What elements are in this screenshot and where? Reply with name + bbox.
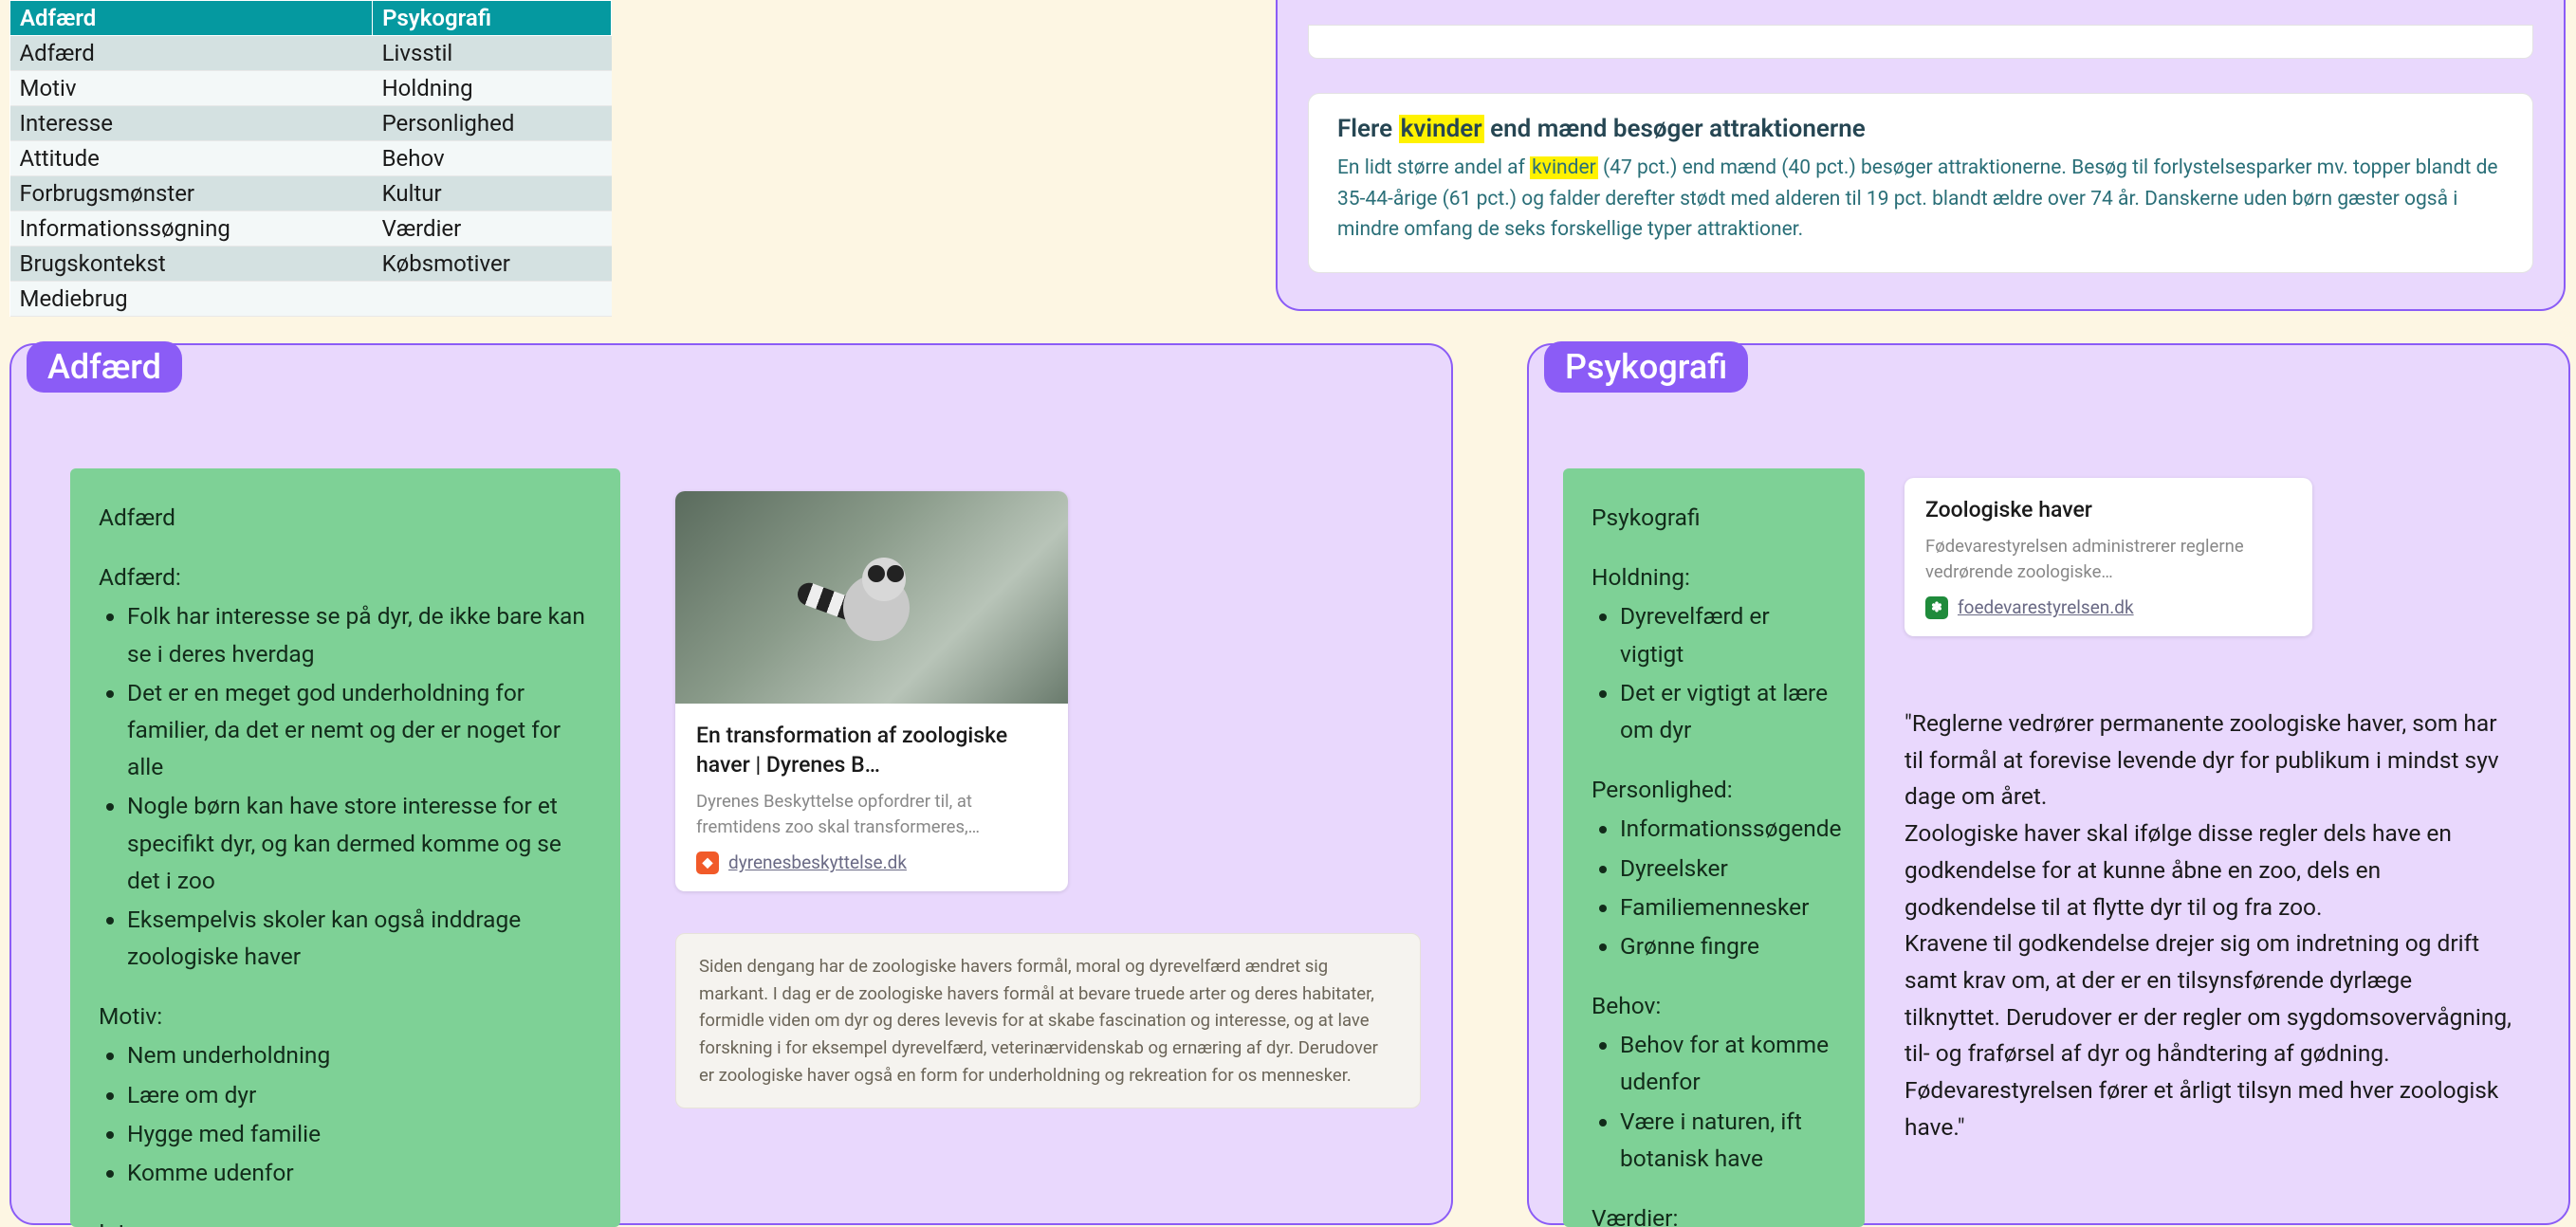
table-cell: Kultur	[373, 176, 612, 211]
table-cell: Livsstil	[373, 36, 612, 71]
list-item: Nem underholdning	[127, 1036, 592, 1073]
sticky-title: Psykografi	[1592, 499, 1836, 536]
table-row: MotivHoldning	[10, 71, 612, 106]
list-item: Familiemennesker	[1620, 888, 1836, 925]
table-cell: Informationssøgning	[10, 211, 373, 247]
table-cell: Interesse	[10, 106, 373, 141]
list-item: Eksempelvis skoler kan også inddrage zoo…	[127, 901, 592, 975]
table-row: InformationssøgningVærdier	[10, 211, 612, 247]
sticky-section-heading: Motiv:	[99, 998, 592, 1035]
sticky-section-heading: Behov:	[1592, 987, 1836, 1024]
frame-adfaerd[interactable]: Adfærd Adfærd Adfærd:Folk har interesse …	[9, 343, 1453, 1225]
sticky-list: Dyrevelfærd er vigtigtDet er vigtigt at …	[1592, 597, 1836, 748]
sticky-list: Nem underholdningLære om dyrHygge med fa…	[99, 1036, 592, 1191]
frame-psykografi[interactable]: Psykografi Psykografi Holdning:Dyrevelfæ…	[1527, 343, 2570, 1225]
info-card-body: En lidt større andel af kvinder (47 pct.…	[1337, 153, 2504, 246]
link-card-foedevare[interactable]: Zoologiske haver Fødevarestyrelsen admin…	[1904, 478, 2312, 636]
info-panel: Flere kvinder end mænd besøger attraktio…	[1276, 0, 2566, 311]
favicon-icon: ◆	[696, 852, 719, 874]
sticky-section-heading: Holdning:	[1592, 559, 1836, 595]
favicon-icon: ✽	[1925, 596, 1948, 619]
table-cell: Motiv	[10, 71, 373, 106]
link-card-title: En transformation af zoologiske haver | …	[696, 721, 1047, 779]
table-cell: Mediebrug	[10, 282, 373, 317]
table-cell: Købsmotiver	[373, 247, 612, 282]
table-cell	[373, 282, 612, 317]
table-cell: Adfærd	[10, 36, 373, 71]
table-cell: Forbrugsmønster	[10, 176, 373, 211]
info-card-title: Flere kvinder end mænd besøger attraktio…	[1337, 115, 2504, 143]
list-item: Være i naturen, ift botanisk have	[1620, 1103, 1836, 1177]
table-cell: Personlighed	[373, 106, 612, 141]
list-item: Dyreelsker	[1620, 850, 1836, 887]
sticky-title: Adfærd	[99, 499, 592, 536]
table-row: ForbrugsmønsterKultur	[10, 176, 612, 211]
quote-block[interactable]: Siden dengang har de zoologiske havers f…	[675, 933, 1421, 1108]
list-item: Nogle børn kan have store interesse for …	[127, 787, 592, 899]
list-item: Lære om dyr	[127, 1076, 592, 1113]
link-card-desc: Dyrenes Beskyttelse opfordrer til, at fr…	[696, 789, 1047, 840]
info-card[interactable]: Flere kvinder end mænd besøger attraktio…	[1308, 93, 2533, 273]
table-row: AdfærdLivsstil	[10, 36, 612, 71]
list-item: Informationssøgende	[1620, 810, 1836, 847]
sticky-section-heading: Værdier:	[1592, 1200, 1836, 1227]
link-card-url[interactable]: dyrenesbeskyttelse.dk	[728, 852, 907, 873]
sticky-section-heading: Adfærd:	[99, 559, 592, 595]
list-item: Komme udenfor	[127, 1154, 592, 1191]
table-cell: Brugskontekst	[10, 247, 373, 282]
table-row: Mediebrug	[10, 282, 612, 317]
list-item: Grønne fingre	[1620, 927, 1836, 964]
table-cell: Holdning	[373, 71, 612, 106]
table-row: BrugskontekstKøbsmotiver	[10, 247, 612, 282]
highlight: kvinder	[1530, 156, 1598, 179]
card-spacer	[1308, 25, 2533, 59]
link-card-title: Zoologiske haver	[1925, 495, 2291, 524]
link-card-desc: Fødevarestyrelsen administrerer reglerne…	[1925, 534, 2291, 585]
sticky-note-psykografi[interactable]: Psykografi Holdning:Dyrevelfærd er vigti…	[1563, 468, 1865, 1227]
sticky-list: Folk har interesse se på dyr, de ikke ba…	[99, 597, 592, 975]
link-card-url[interactable]: foedevarestyrelsen.dk	[1958, 596, 2134, 618]
list-item: Det er en meget god underholdning for fa…	[127, 674, 592, 786]
list-item: Det er vigtigt at lære om dyr	[1620, 674, 1836, 748]
sticky-list: InformationssøgendeDyreelskerFamiliemenn…	[1592, 810, 1836, 964]
table-row: AttitudeBehov	[10, 141, 612, 176]
list-item: Behov for at komme udenfor	[1620, 1026, 1836, 1100]
link-card-thumbnail	[675, 491, 1068, 704]
table-cell: Attitude	[10, 141, 373, 176]
sticky-section-heading: Personlighed:	[1592, 771, 1836, 808]
table-cell: Værdier	[373, 211, 612, 247]
frame-label[interactable]: Psykografi	[1544, 341, 1748, 393]
list-item: Folk har interesse se på dyr, de ikke ba…	[127, 597, 592, 671]
sticky-list: Behov for at komme udenforVære i naturen…	[1592, 1026, 1836, 1177]
table-header: Adfærd	[10, 1, 373, 36]
table-header: Psykografi	[373, 1, 612, 36]
frame-label[interactable]: Adfærd	[27, 341, 182, 393]
list-item: Hygge med familie	[127, 1115, 592, 1152]
lemur-image	[815, 546, 929, 660]
list-item: Dyrevelfærd er vigtigt	[1620, 597, 1836, 671]
link-card-dyrenes[interactable]: En transformation af zoologiske haver | …	[675, 491, 1068, 891]
table-row: InteressePersonlighed	[10, 106, 612, 141]
table-cell: Behov	[373, 141, 612, 176]
highlight: kvinder	[1399, 115, 1484, 143]
text-block-regler[interactable]: "Reglerne vedrører permanente zoologiske…	[1904, 705, 2512, 1145]
comparison-table: Adfærd Psykografi AdfærdLivsstilMotivHol…	[9, 0, 612, 317]
sticky-section-heading: Interesse:	[99, 1214, 592, 1227]
sticky-note-adfaerd[interactable]: Adfærd Adfærd:Folk har interesse se på d…	[70, 468, 620, 1227]
